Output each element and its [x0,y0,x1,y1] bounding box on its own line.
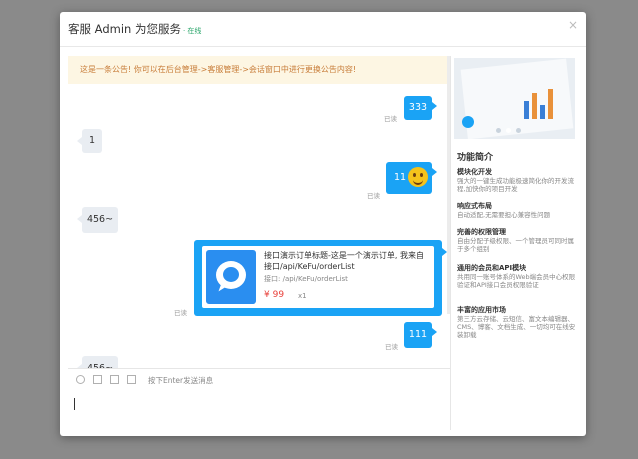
order-price: ¥ 99 [264,290,285,300]
order-api-url: 接口: /api/KeFu/orderList [264,275,348,283]
message-input[interactable] [68,390,450,430]
chat-window[interactable]: 这是一条公告! 你可以在后台管理->客服管理->会话窗口中进行更换公告内容! 3… [68,56,450,368]
smile-emoji-icon [408,167,428,187]
feature-item: 完善的权限管理 自由分配子级权限、一个管理员可同时属于多个组别 [457,228,577,253]
read-receipt: 已读 [385,343,398,351]
feature-name: 响应式布局 [457,202,492,210]
order-title: 接口演示订单标题-这是一个演示订单, 我来自接口/api/KeFu/orderL… [264,251,424,271]
feature-desc: 自由分配子级权限、一个管理员可同时属于多个组别 [457,237,574,253]
message-toolbar: 按下Enter发送消息 [68,368,450,391]
dialog-title: 客服 Admin 为您服务 · 在线 [68,21,201,37]
order-card-message[interactable]: 接口演示订单标题-这是一个演示订单, 我来自接口/api/KeFu/orderL… [194,240,447,316]
message-text: 11 [394,172,407,183]
feature-item: 通用的会员和API模块 共用同一账号体系的Web端会员中心权限验证和API接口会… [457,264,577,289]
feature-desc: 第三方云存储、云短信、富文本编辑器、CMS、博客、文档生成、一切均可在线安装卸载 [457,315,576,339]
feature-desc: 共用同一账号体系的Web端会员中心权限验证和API接口会员权限验证 [457,273,576,289]
image-icon[interactable] [110,375,119,384]
feature-desc: 自动适配,无需要担心兼容性问题 [457,211,551,219]
read-receipt: 已读 [174,309,187,317]
feature-name: 完善的权限管理 [457,228,506,236]
feature-name: 模块化开发 [457,168,492,176]
feature-name: 丰富的应用市场 [457,306,506,314]
message-bubble-in: 1 [77,129,102,153]
send-hint: 按下Enter发送消息 [148,376,214,385]
message-bubble-out: 333 [404,96,437,120]
banner-image[interactable] [454,58,575,139]
message-bubble-out: 111 [404,322,437,348]
dialog-title-text: 客服 Admin 为您服务 [68,22,181,36]
logo-icon [462,116,474,128]
carousel-dot[interactable] [496,128,501,133]
close-icon[interactable]: × [568,18,578,32]
announcement-banner: 这是一条公告! 你可以在后台管理->客服管理->会话窗口中进行更换公告内容! [68,56,450,84]
chat-bubble-icon [206,250,256,304]
sidebar-title: 功能简介 [457,153,494,163]
read-receipt: 已读 [384,115,397,123]
online-status: · 在线 [182,27,202,35]
feature-name: 通用的会员和API模块 [457,264,527,272]
customer-service-dialog: 客服 Admin 为您服务 · 在线 × 这是一条公告! 你可以在后台管理->客服… [60,12,586,436]
read-receipt: 已读 [367,192,380,200]
carousel-dot[interactable] [506,128,511,133]
message-bubble-in: 456~ [77,356,118,368]
info-sidebar: 功能简介 模块化开发 强大的一键生成功能极速简化你的开发流程,加快你的项目开发 … [450,56,586,430]
feature-item: 模块化开发 强大的一键生成功能极速简化你的开发流程,加快你的项目开发 [457,168,577,193]
feature-desc: 强大的一键生成功能极速简化你的开发流程,加快你的项目开发 [457,177,574,193]
message-bubble-out: 11 [386,162,437,194]
message-bubble-in: 456~ [77,207,118,233]
carousel-dot[interactable] [516,128,521,133]
text-caret [74,398,75,410]
smile-icon[interactable] [76,375,85,384]
feature-item: 响应式布局 自动适配,无需要担心兼容性问题 [457,202,577,219]
dialog-header: 客服 Admin 为您服务 · 在线 × [60,12,586,47]
user-icon[interactable] [127,375,136,384]
order-quantity: x1 [298,292,307,300]
order-card[interactable]: 接口演示订单标题-这是一个演示订单, 我来自接口/api/KeFu/orderL… [202,246,434,308]
folder-icon[interactable] [93,375,102,384]
feature-item: 丰富的应用市场 第三方云存储、云短信、富文本编辑器、CMS、博客、文档生成、一切… [457,306,577,339]
